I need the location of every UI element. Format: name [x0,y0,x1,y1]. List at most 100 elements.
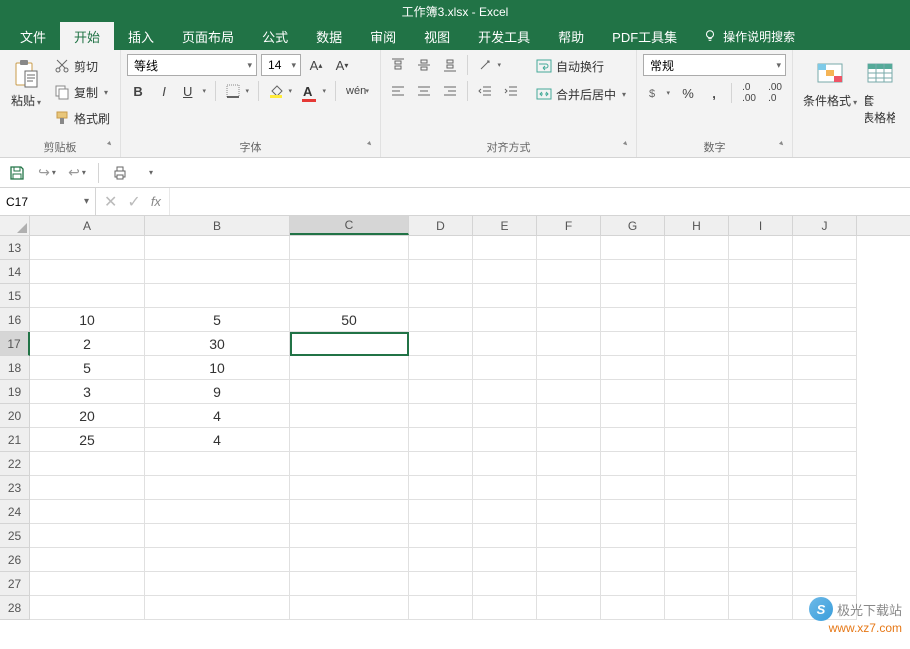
cell-G23[interactable] [601,476,665,500]
column-header-D[interactable]: D [409,216,473,235]
cell-H28[interactable] [665,596,729,620]
cell-I16[interactable] [729,308,793,332]
cell-F14[interactable] [537,260,601,284]
cell-C19[interactable] [290,380,409,404]
decrease-font-button[interactable]: A▾ [331,54,353,76]
increase-indent-button[interactable] [500,80,522,102]
cell-A25[interactable] [30,524,145,548]
tab-help[interactable]: 帮助 [544,22,598,50]
cell-H22[interactable] [665,452,729,476]
cell-F20[interactable] [537,404,601,428]
cell-C28[interactable] [290,596,409,620]
fill-color-button[interactable] [265,80,295,102]
cell-I23[interactable] [729,476,793,500]
cell-F22[interactable] [537,452,601,476]
paste-button[interactable]: 粘贴▾ [6,54,46,113]
row-header-17[interactable]: 17 [0,332,30,356]
cell-B20[interactable]: 4 [145,404,290,428]
cell-D20[interactable] [409,404,473,428]
formula-input[interactable] [170,188,910,215]
tab-insert[interactable]: 插入 [114,22,168,50]
row-header-22[interactable]: 22 [0,452,30,476]
increase-decimal-button[interactable]: .0.00 [738,82,760,104]
font-color-button[interactable]: A [299,80,329,102]
cell-F15[interactable] [537,284,601,308]
align-center-button[interactable] [413,80,435,102]
cell-E14[interactable] [473,260,537,284]
row-header-13[interactable]: 13 [0,236,30,260]
tab-data[interactable]: 数据 [302,22,356,50]
row-header-14[interactable]: 14 [0,260,30,284]
row-header-27[interactable]: 27 [0,572,30,596]
cell-D24[interactable] [409,500,473,524]
cell-H23[interactable] [665,476,729,500]
spreadsheet-grid[interactable]: ABCDEFGHIJ 13141516105501723018510193920… [0,216,910,649]
cell-F21[interactable] [537,428,601,452]
cell-D21[interactable] [409,428,473,452]
cell-G24[interactable] [601,500,665,524]
cell-I27[interactable] [729,572,793,596]
column-header-J[interactable]: J [793,216,857,235]
row-header-24[interactable]: 24 [0,500,30,524]
cell-F23[interactable] [537,476,601,500]
cell-J14[interactable] [793,260,857,284]
cell-J18[interactable] [793,356,857,380]
cell-J23[interactable] [793,476,857,500]
cell-I19[interactable] [729,380,793,404]
tab-view[interactable]: 视图 [410,22,464,50]
cell-B14[interactable] [145,260,290,284]
cell-B22[interactable] [145,452,290,476]
cell-F16[interactable] [537,308,601,332]
cell-B13[interactable] [145,236,290,260]
cell-H16[interactable] [665,308,729,332]
cell-J15[interactable] [793,284,857,308]
cell-C15[interactable] [290,284,409,308]
cell-H27[interactable] [665,572,729,596]
cell-G27[interactable] [601,572,665,596]
column-header-G[interactable]: G [601,216,665,235]
cell-E13[interactable] [473,236,537,260]
cell-E17[interactable] [473,332,537,356]
cell-E20[interactable] [473,404,537,428]
cell-F18[interactable] [537,356,601,380]
cell-D18[interactable] [409,356,473,380]
cell-D15[interactable] [409,284,473,308]
cell-H26[interactable] [665,548,729,572]
row-header-18[interactable]: 18 [0,356,30,380]
orientation-button[interactable] [474,54,504,76]
cell-A20[interactable]: 20 [30,404,145,428]
print-preview-button[interactable] [109,162,131,184]
cell-F26[interactable] [537,548,601,572]
cell-F13[interactable] [537,236,601,260]
cell-F24[interactable] [537,500,601,524]
column-header-F[interactable]: F [537,216,601,235]
cell-J17[interactable] [793,332,857,356]
cell-D28[interactable] [409,596,473,620]
select-all-corner[interactable] [0,216,30,235]
cell-C13[interactable] [290,236,409,260]
cell-G28[interactable] [601,596,665,620]
cell-H14[interactable] [665,260,729,284]
cell-B16[interactable]: 5 [145,308,290,332]
cell-A26[interactable] [30,548,145,572]
tab-file[interactable]: 文件 [6,22,60,50]
decrease-indent-button[interactable] [474,80,496,102]
cell-G26[interactable] [601,548,665,572]
cell-I24[interactable] [729,500,793,524]
cell-J13[interactable] [793,236,857,260]
tab-formulas[interactable]: 公式 [248,22,302,50]
cell-D17[interactable] [409,332,473,356]
cell-A22[interactable] [30,452,145,476]
cell-D13[interactable] [409,236,473,260]
cell-B21[interactable]: 4 [145,428,290,452]
cell-G21[interactable] [601,428,665,452]
cell-C23[interactable] [290,476,409,500]
cell-I18[interactable] [729,356,793,380]
cell-E15[interactable] [473,284,537,308]
cell-B23[interactable] [145,476,290,500]
cell-F27[interactable] [537,572,601,596]
tab-developer[interactable]: 开发工具 [464,22,544,50]
format-table-button[interactable]: 套 表格格 [865,54,895,130]
fx-button[interactable]: fx [151,194,161,209]
cell-F25[interactable] [537,524,601,548]
